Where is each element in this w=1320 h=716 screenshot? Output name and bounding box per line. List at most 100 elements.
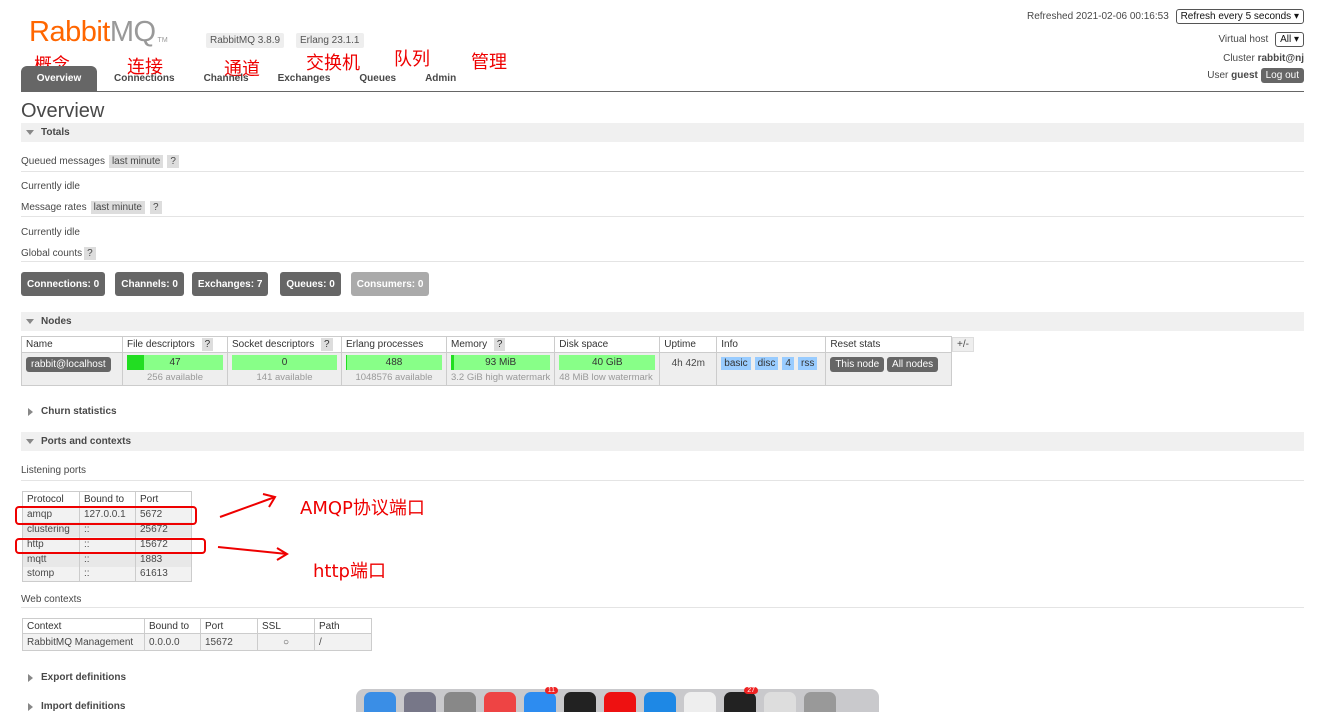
col-port: Port — [200, 618, 258, 634]
trash-icon[interactable] — [804, 692, 836, 712]
help-icon[interactable]: ? — [493, 338, 506, 351]
tab-overview[interactable]: Overview — [21, 66, 97, 91]
progress-fill — [127, 355, 145, 370]
tab-queues[interactable]: Queues — [342, 66, 408, 91]
user-name: guest — [1231, 70, 1258, 81]
user-label: User — [1207, 70, 1229, 81]
disk-cell: 40 GiB 48 MiB low watermark — [554, 352, 661, 386]
vhost-area: Virtual host All ▾ — [1218, 32, 1304, 47]
chrome-icon[interactable] — [484, 692, 516, 712]
tab-exchanges[interactable]: Exchanges — [261, 66, 343, 91]
col-memory-label: Memory — [451, 339, 488, 350]
exchanges-count-button[interactable]: Exchanges: 7 — [191, 272, 269, 296]
table-row: stomp:: 61613 — [22, 566, 192, 582]
finder-icon[interactable] — [364, 692, 396, 712]
youdao-icon[interactable] — [604, 692, 636, 712]
idle-text-2: Currently idle — [21, 227, 80, 238]
rocket-icon[interactable] — [404, 692, 436, 712]
typora-icon[interactable] — [684, 692, 716, 712]
divider — [21, 171, 1304, 172]
cluster-label: Cluster — [1223, 53, 1255, 64]
http-highlight-box — [15, 538, 206, 554]
section-totals[interactable]: Totals — [21, 123, 1304, 142]
col-file-descriptors-label: File descriptors — [127, 339, 195, 350]
tab-connections[interactable]: Connections — [97, 66, 187, 91]
collapse-triangle-icon — [26, 130, 34, 135]
sd-value: 0 — [281, 357, 288, 368]
info-tag-count: 4 — [782, 357, 794, 370]
reset-all-nodes-button[interactable]: All nodes — [887, 357, 939, 372]
reset-this-node-button[interactable]: This node — [830, 357, 885, 372]
user-area: User guest Log out — [1207, 68, 1304, 83]
rabbitmq-logo: RabbitMQ TM — [29, 16, 168, 48]
section-ports[interactable]: Ports and contexts — [21, 432, 1304, 451]
qq-icon[interactable]: 27 — [724, 687, 758, 712]
nodes-table: Name File descriptors ? Socket descripto… — [21, 336, 953, 386]
vhost-select-value: All — [1280, 34, 1292, 45]
queued-range-select[interactable]: last minute — [108, 155, 164, 168]
annotation-arrows — [217, 493, 289, 561]
notification-badge: 11 — [544, 687, 558, 694]
collapse-triangle-icon — [26, 319, 34, 324]
cell-path: / — [314, 633, 372, 651]
cell-port: 61613 — [135, 566, 192, 582]
cluster-name: rabbit@nj — [1257, 53, 1304, 64]
memory-cell: 93 MiB 3.2 GiB high watermark — [446, 352, 556, 386]
tab-admin[interactable]: Admin — [408, 66, 468, 91]
fd-available: 256 available — [147, 372, 203, 383]
expand-triangle-icon — [28, 673, 33, 682]
message-rates-label: Message rates — [21, 202, 87, 213]
col-ssl: SSL — [257, 618, 315, 634]
col-disk-space: Disk space — [554, 336, 661, 353]
node-name-link[interactable]: rabbit@localhost — [26, 357, 111, 372]
rates-range-select[interactable]: last minute — [90, 201, 145, 214]
help-icon[interactable]: ? — [201, 338, 214, 351]
ep-bar: 488 — [346, 355, 442, 370]
help-icon[interactable]: ? — [321, 338, 333, 351]
col-path: Path — [314, 618, 372, 634]
tab-channels[interactable]: Channels — [187, 66, 261, 91]
mail-icon[interactable]: 11 — [524, 687, 558, 712]
preview-icon[interactable] — [764, 692, 796, 712]
help-icon[interactable]: ? — [84, 247, 96, 260]
listening-ports-label: Listening ports — [21, 465, 87, 476]
logo-rabbit-text: Rabbit — [29, 15, 110, 48]
col-bound-to: Bound to — [79, 491, 136, 507]
help-icon[interactable]: ? — [149, 201, 162, 214]
queued-messages-label: Queued messages — [21, 156, 105, 167]
terminal-icon[interactable] — [564, 692, 596, 712]
logo-tm: TM — [157, 37, 168, 44]
cell-bound-to: 0.0.0.0 — [144, 633, 201, 651]
consumers-count-button[interactable]: Consumers: 0 — [350, 272, 430, 296]
column-toggle-button[interactable]: +/- — [952, 337, 974, 352]
channels-count-button[interactable]: Channels: 0 — [115, 272, 184, 296]
node-name-cell: rabbit@localhost — [21, 352, 123, 386]
col-memory: Memory ? — [446, 336, 556, 353]
vscode-icon[interactable] — [644, 692, 676, 712]
page-title: Overview — [21, 100, 105, 122]
connections-count-button[interactable]: Connections: 0 — [21, 272, 106, 296]
settings-icon[interactable] — [444, 692, 476, 712]
ep-value: 488 — [385, 357, 403, 368]
section-nodes[interactable]: Nodes — [21, 312, 1304, 331]
amqp-highlight-box — [15, 506, 197, 525]
col-bound-to: Bound to — [144, 618, 201, 634]
vhost-select[interactable]: All ▾ — [1275, 32, 1304, 47]
help-icon[interactable]: ? — [167, 155, 179, 168]
info-tag-disc: disc — [754, 357, 779, 370]
logout-button[interactable]: Log out — [1260, 68, 1304, 83]
queues-count-button[interactable]: Queues: 0 — [280, 272, 341, 296]
col-file-descriptors: File descriptors ? — [122, 336, 228, 353]
cell-bound-to: :: — [79, 566, 136, 582]
section-churn[interactable]: Churn statistics — [21, 402, 1304, 421]
col-info: Info — [716, 336, 827, 353]
refresh-select[interactable]: Refresh every 5 seconds ▾ — [1175, 9, 1304, 24]
amqp-arrow — [219, 496, 276, 518]
expand-triangle-icon — [28, 407, 33, 416]
info-tag-basic: basic — [721, 357, 751, 370]
disk-bar: 40 GiB — [559, 355, 656, 370]
reset-cell: This node All nodes — [825, 352, 953, 386]
macos-dock: 11 27 — [356, 687, 879, 712]
notification-badge: 27 — [744, 687, 758, 694]
section-export[interactable]: Export definitions — [21, 668, 1304, 687]
